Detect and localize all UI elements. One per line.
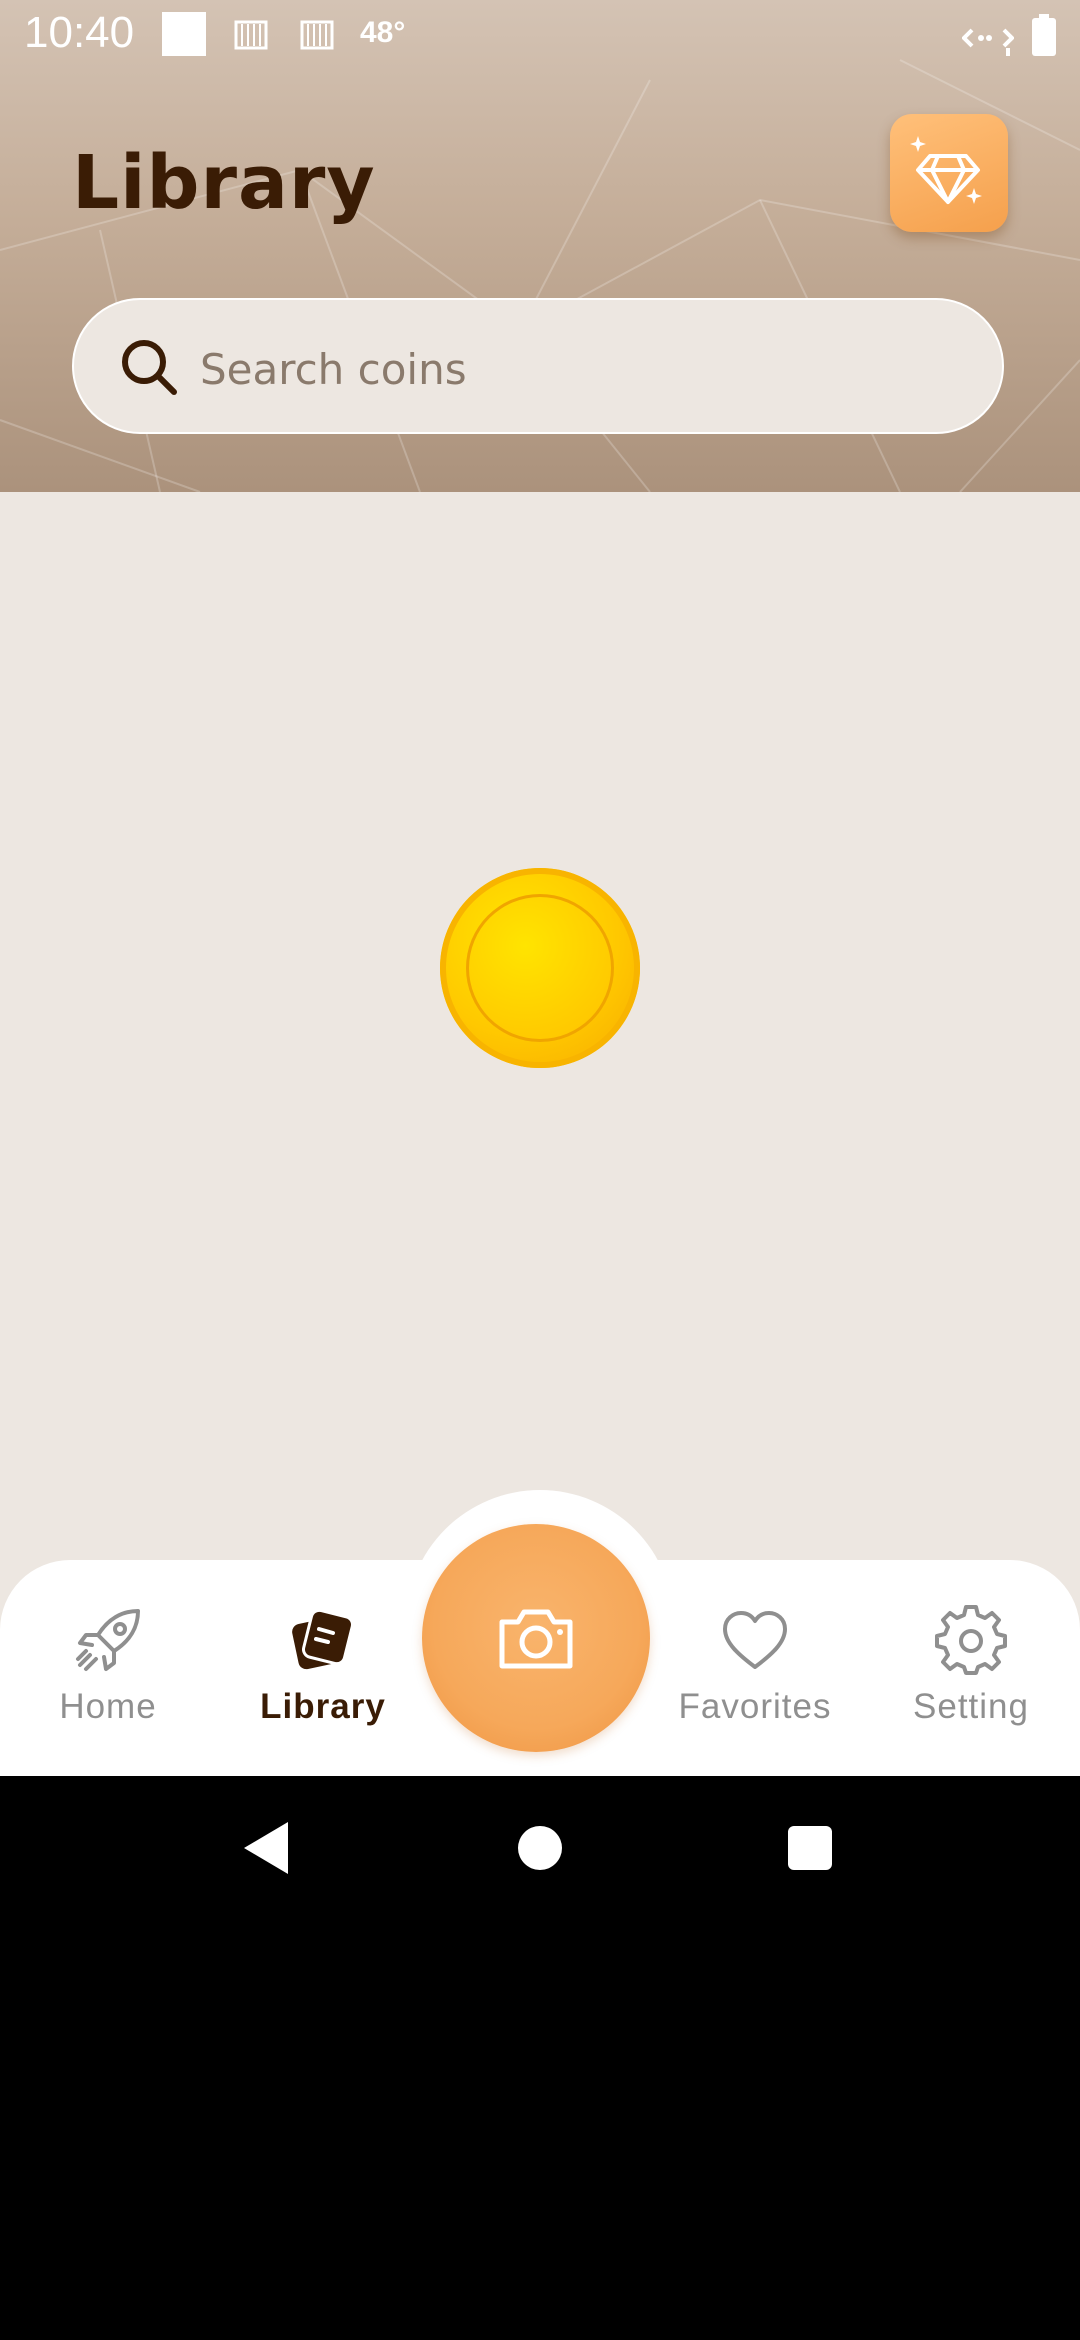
- nav-label: Setting: [913, 1687, 1029, 1726]
- status-temperature: 48°: [360, 16, 406, 49]
- recent-apps-icon[interactable]: [788, 1826, 832, 1870]
- battery-icon: [1032, 14, 1056, 56]
- search-bar[interactable]: [72, 298, 1004, 434]
- notification-icon: [162, 12, 206, 56]
- nav-item-favorites[interactable]: Favorites: [655, 1605, 855, 1727]
- heart-icon: [723, 1611, 787, 1669]
- app-screen: 10:40 48° Library Search coins Home Libr…: [0, 0, 1080, 1776]
- photo-notification-icon: [234, 20, 268, 50]
- loading-coin: [440, 868, 640, 1068]
- photo-notification-icon: [300, 20, 334, 50]
- page-title: Library: [72, 140, 376, 226]
- search-icon: [122, 340, 177, 395]
- nav-label: Favorites: [678, 1687, 832, 1726]
- network-icon: [962, 28, 1014, 56]
- search-input[interactable]: [198, 328, 962, 410]
- loading-coin-inner: [466, 894, 614, 1042]
- header: 10:40 48° Library: [0, 0, 1080, 492]
- camera-button[interactable]: [422, 1524, 650, 1752]
- back-icon[interactable]: [242, 1820, 292, 1876]
- nav-item-setting[interactable]: Setting: [871, 1605, 1071, 1727]
- nav-label: Home: [59, 1687, 157, 1726]
- diamond-sparkle-icon: [910, 136, 982, 204]
- gear-icon: [935, 1605, 1007, 1675]
- status-time: 10:40: [24, 8, 135, 57]
- home-icon[interactable]: [518, 1826, 562, 1870]
- camera-icon: [499, 1609, 573, 1669]
- rocket-icon: [76, 1609, 140, 1671]
- library-cards-icon: [292, 1608, 354, 1670]
- premium-button[interactable]: [890, 114, 1008, 232]
- nav-label: Library: [260, 1687, 386, 1726]
- nav-item-home[interactable]: Home: [8, 1605, 208, 1727]
- status-bar: 10:40 48°: [0, 0, 1080, 72]
- nav-item-library[interactable]: Library: [223, 1605, 423, 1727]
